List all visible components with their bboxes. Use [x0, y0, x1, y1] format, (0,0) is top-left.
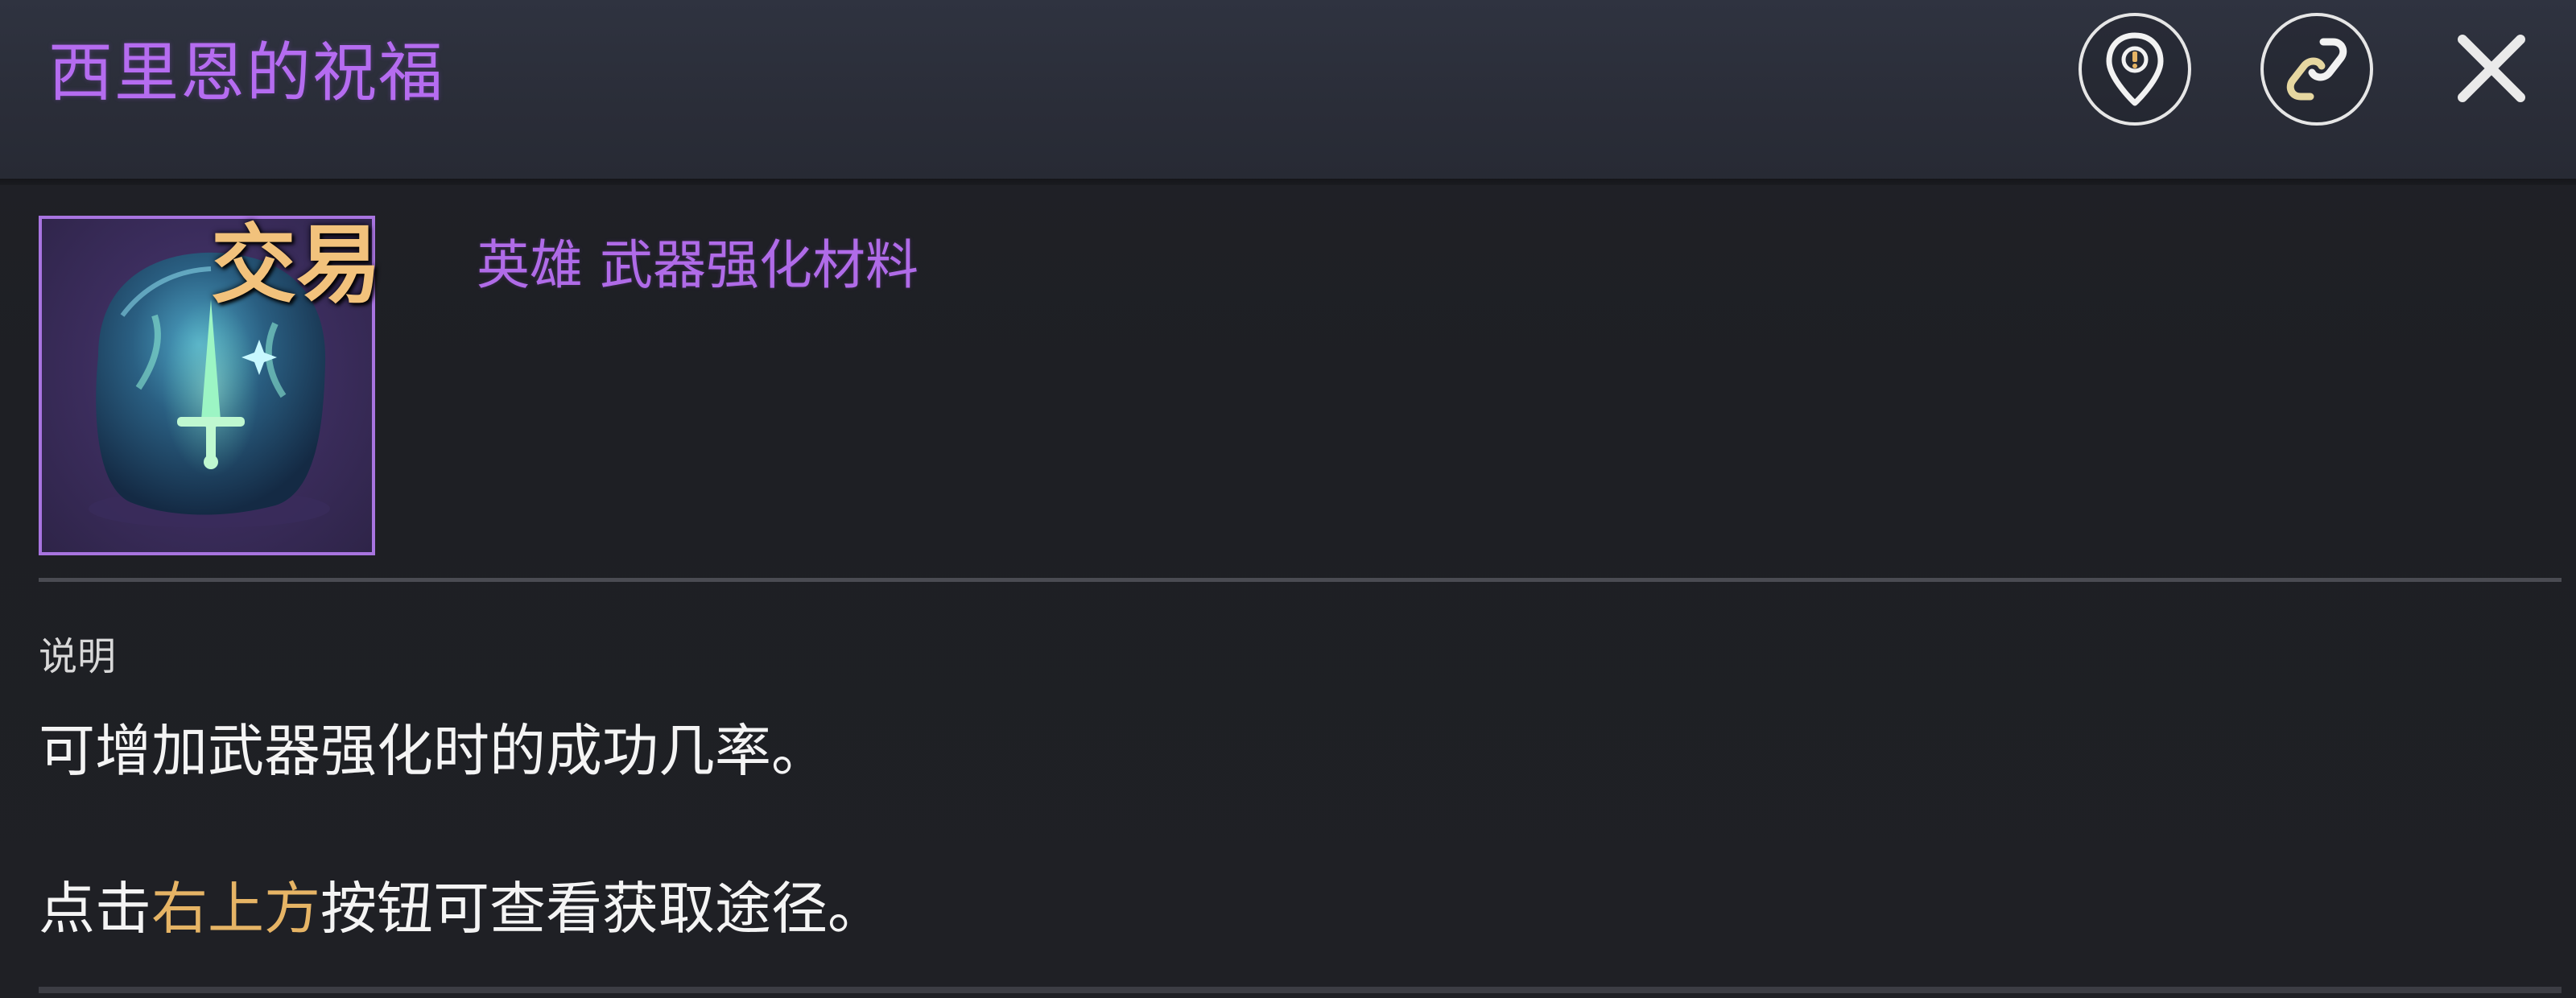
item-detail-panel: 西里恩的祝福 交易 英雄 武器强化材料 说明 可增加武器强化时的成功几率。 点击…: [0, 0, 2576, 998]
map-pin-icon: [2106, 32, 2164, 106]
acquisition-hint: 点击右上方按钮可查看获取途径。: [39, 872, 884, 945]
chain-link-icon: [2286, 38, 2347, 101]
section-divider: [39, 578, 2562, 582]
bottom-divider: [39, 987, 2562, 993]
acquisition-route-button[interactable]: [2079, 13, 2191, 126]
description-text: 可增加武器强化时的成功几率。: [39, 718, 828, 784]
close-button[interactable]: [2447, 24, 2536, 113]
close-icon: [2458, 35, 2525, 102]
description-label: 说明: [39, 634, 117, 679]
hint-highlight: 右上方: [151, 876, 320, 942]
header-divider: [0, 179, 2576, 185]
item-type-label: 英雄 武器强化材料: [477, 234, 919, 296]
hint-suffix: 按钮可查看获取途径。: [320, 876, 884, 942]
hint-prefix: 点击: [39, 876, 151, 942]
share-link-button[interactable]: [2260, 13, 2373, 126]
header-bar: 西里恩的祝福: [0, 0, 2576, 179]
item-title: 西里恩的祝福: [48, 35, 444, 110]
trade-tag: 交易: [211, 216, 382, 315]
